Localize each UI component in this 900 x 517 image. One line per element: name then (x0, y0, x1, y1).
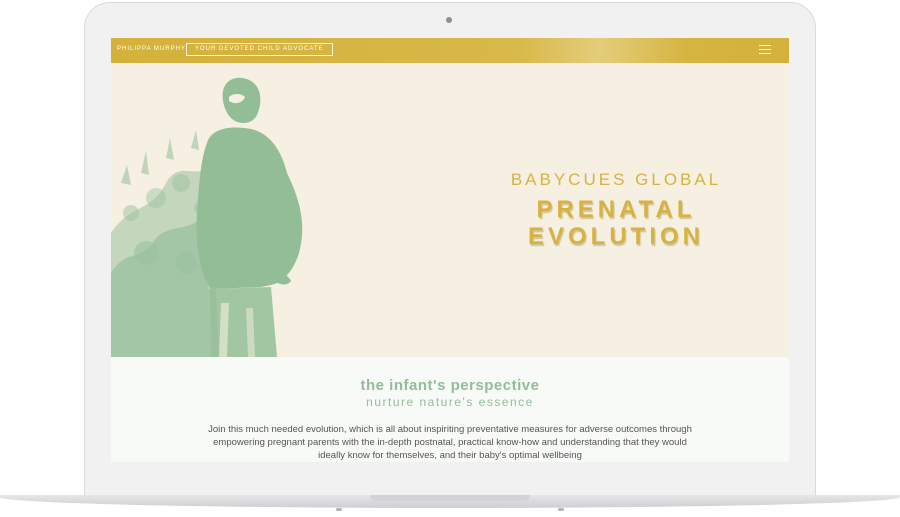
intro-section: the infant's perspective nurture nature'… (111, 357, 789, 462)
hero-text: BABYCUES GLOBAL PRENATAL EVOLUTION (501, 170, 731, 250)
section-body: Join this much needed evolution, which i… (208, 424, 692, 461)
section-heading: the infant's perspective (360, 377, 540, 394)
hero-title-line2: EVOLUTION (527, 223, 704, 250)
section-subheading: nurture nature's essence (366, 395, 534, 409)
brand-name[interactable]: PHILIPPA MURPHY (117, 46, 186, 52)
hamburger-menu-icon[interactable] (759, 45, 771, 55)
hero-kicker: BABYCUES GLOBAL (510, 170, 722, 189)
tagline-badge[interactable]: YOUR DEVOTED CHILD ADVOCATE (186, 43, 333, 56)
laptop-base (0, 495, 900, 517)
top-nav-bar: PHILIPPA MURPHY YOUR DEVOTED CHILD ADVOC… (111, 38, 789, 63)
hero-section: BABYCUES GLOBAL PRENATAL EVOLUTION (111, 63, 789, 357)
camera-icon (446, 17, 452, 23)
laptop-screen: PHILIPPA MURPHY YOUR DEVOTED CHILD ADVOC… (111, 38, 789, 462)
hero-title-line1: PRENATAL (536, 196, 696, 223)
